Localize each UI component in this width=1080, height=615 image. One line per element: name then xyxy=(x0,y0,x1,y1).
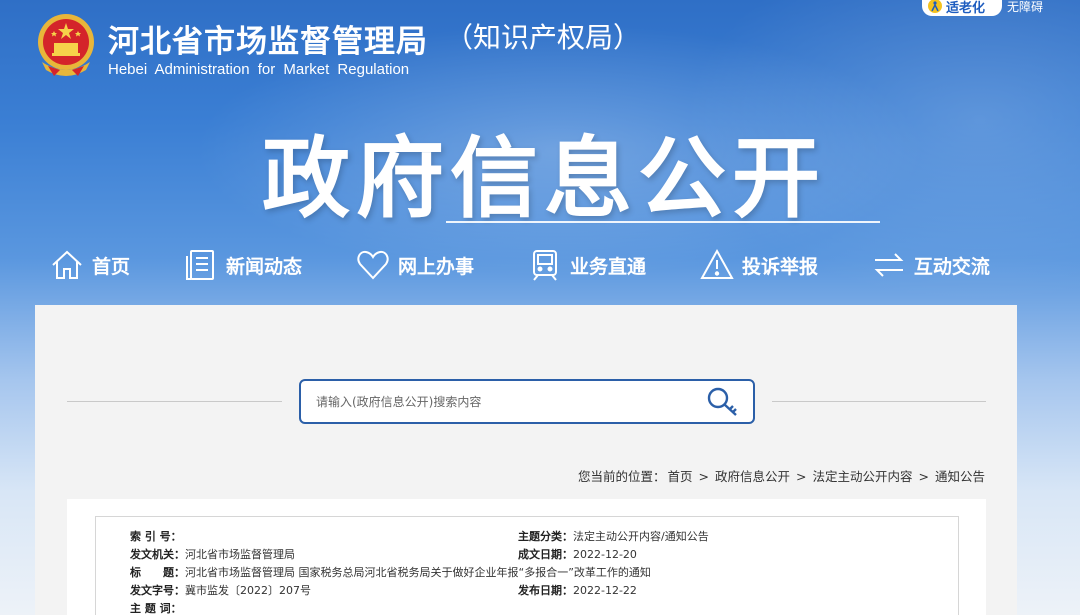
nav-item-label: 投诉举报 xyxy=(741,255,818,278)
site-subtitle: （知识产权局） xyxy=(445,21,642,54)
info-value: 2022-12-22 xyxy=(573,584,637,597)
nav-item-label: 首页 xyxy=(92,255,131,278)
train-icon xyxy=(532,250,557,281)
info-label: 成文日期： xyxy=(518,548,573,561)
info-label: 发文字号： xyxy=(130,584,185,597)
accessibility-link[interactable]: 无障碍 xyxy=(1007,0,1043,15)
nav-item-label: 业务直通 xyxy=(569,255,646,278)
nav-item-complaint[interactable]: 投诉举报 xyxy=(700,248,818,282)
main-nav: 首页 新闻动态 网上办事 业务直通 投诉举报 互动交流 xyxy=(50,244,990,286)
info-label: 主 题 词： xyxy=(130,602,182,615)
info-date-created: 成文日期：2022-12-20 xyxy=(518,546,637,562)
info-issuer: 发文机关：河北省市场监督管理局 xyxy=(130,546,295,562)
info-value: 河北省市场监督管理局 xyxy=(185,548,295,561)
info-value: 法定主动公开内容/通知公告 xyxy=(573,530,709,543)
info-value: 2022-12-20 xyxy=(573,548,637,561)
breadcrumb: 您当前的位置： 首页 > 政府信息公开 > 法定主动公开内容 > 通知公告 xyxy=(577,466,986,485)
nav-item-label: 网上办事 xyxy=(397,255,474,278)
search-icon[interactable] xyxy=(705,385,741,419)
site-title-english: Hebei Administration for Market Regulati… xyxy=(108,61,410,78)
info-doc-no: 发文字号：冀市监发〔2022〕207号 xyxy=(130,582,311,598)
info-value: 冀市监发〔2022〕207号 xyxy=(185,584,311,597)
info-label: 发文机关： xyxy=(130,548,185,561)
info-category: 主题分类：法定主动公开内容/通知公告 xyxy=(518,528,709,544)
breadcrumb-separator: > xyxy=(698,469,709,484)
breadcrumb-item-notice[interactable]: 通知公告 xyxy=(935,469,985,484)
banner-divider xyxy=(446,221,880,223)
search-divider-right xyxy=(772,401,986,402)
heart-icon xyxy=(357,250,389,280)
banner-title: 政府信息公开 xyxy=(262,127,827,230)
site-title[interactable]: 河北省市场监督管理局 xyxy=(108,16,428,61)
nav-item-label: 新闻动态 xyxy=(225,255,302,278)
info-date-published: 发布日期：2022-12-22 xyxy=(518,582,637,598)
info-value: 河北省市场监督管理局 国家税务总局河北省税务局关于做好企业年报“多报合一”改革工… xyxy=(185,566,651,579)
info-label: 标 题： xyxy=(130,566,185,579)
warning-icon xyxy=(700,248,734,279)
elder-mode-label: 适老化 xyxy=(946,0,986,16)
home-icon xyxy=(52,250,82,279)
breadcrumb-separator: > xyxy=(796,469,807,484)
info-index-no: 索 引 号： xyxy=(130,528,182,544)
elder-mode-icon xyxy=(928,0,942,13)
nav-item-online-service[interactable]: 网上办事 xyxy=(356,248,474,282)
info-label: 索 引 号： xyxy=(130,530,182,543)
search-box xyxy=(299,379,755,424)
info-subject: 标 题：河北省市场监督管理局 国家税务总局河北省税务局关于做好企业年报“多报合一… xyxy=(130,564,651,580)
nav-item-business[interactable]: 业务直通 xyxy=(528,248,646,282)
national-emblem-icon xyxy=(38,14,94,76)
breadcrumb-prefix: 您当前的位置： xyxy=(577,469,666,484)
nav-item-news[interactable]: 新闻动态 xyxy=(184,248,302,282)
breadcrumb-separator: > xyxy=(918,469,929,484)
search-input[interactable] xyxy=(316,394,696,409)
breadcrumb-item-home[interactable]: 首页 xyxy=(667,469,692,484)
nav-item-interaction[interactable]: 互动交流 xyxy=(872,248,990,282)
info-label: 主题分类： xyxy=(518,530,573,543)
exchange-icon xyxy=(874,253,904,277)
nav-item-label: 互动交流 xyxy=(913,255,990,278)
document-icon xyxy=(185,250,214,280)
info-label: 发布日期： xyxy=(518,584,573,597)
search-divider-left xyxy=(67,401,282,402)
breadcrumb-item-gov-info[interactable]: 政府信息公开 xyxy=(715,469,790,484)
nav-item-home[interactable]: 首页 xyxy=(50,248,130,282)
elder-mode-button[interactable]: 适老化 xyxy=(922,0,1002,16)
breadcrumb-item-statutory[interactable]: 法定主动公开内容 xyxy=(812,469,912,484)
info-keywords: 主 题 词： xyxy=(130,600,182,615)
